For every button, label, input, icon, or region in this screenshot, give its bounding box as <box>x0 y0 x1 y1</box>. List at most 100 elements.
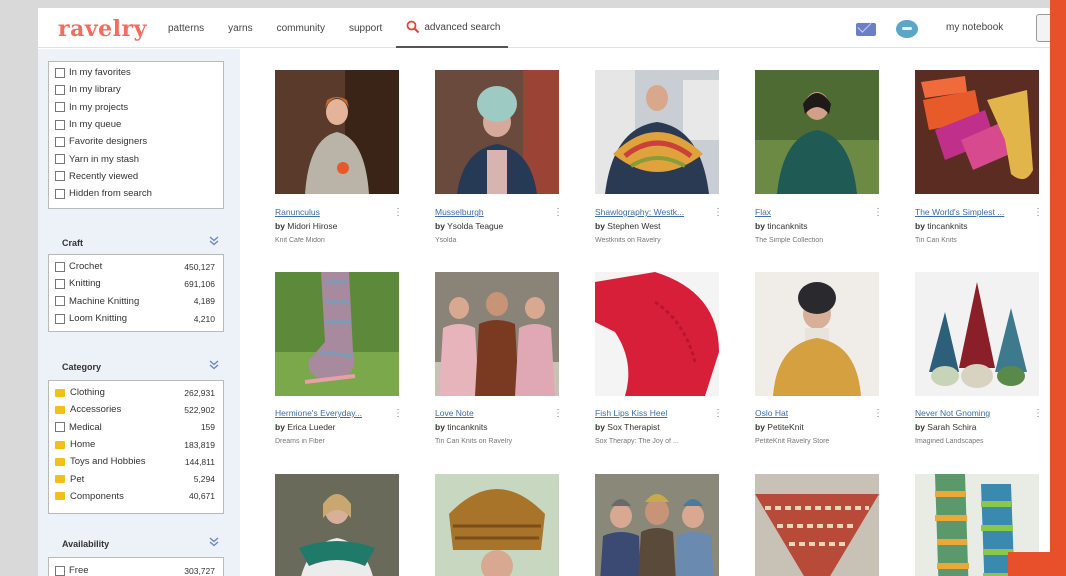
checkbox[interactable] <box>55 67 65 78</box>
pattern-photo[interactable] <box>275 474 399 576</box>
nav-yarns[interactable]: yarns <box>228 23 252 34</box>
checkbox[interactable] <box>55 188 65 199</box>
pattern-photo[interactable] <box>595 474 719 576</box>
pattern-designer[interactable]: tincanknits <box>927 221 967 231</box>
chat-bubble-icon[interactable] <box>896 20 918 38</box>
pattern-designer[interactable]: Erica Lueder <box>287 422 335 432</box>
pattern-title[interactable]: Ranunculus <box>275 207 387 217</box>
pattern-title[interactable]: Flax <box>755 207 867 217</box>
more-options-icon[interactable]: ⋮ <box>1033 408 1043 419</box>
mail-icon[interactable] <box>856 23 876 36</box>
pattern-photo-shawlography[interactable] <box>595 70 719 194</box>
checkbox[interactable] <box>55 565 65 576</box>
pattern-photo-fish-lips-kiss-heel[interactable] <box>595 272 719 396</box>
craft-crochet[interactable]: Crochet 450,127 <box>49 258 223 275</box>
availability-free[interactable]: Free 303,727 <box>49 562 223 576</box>
pattern-title[interactable]: Love Note <box>435 408 547 418</box>
chevron-down-icon[interactable] <box>208 235 220 247</box>
pattern-designer[interactable]: Stephen West <box>607 221 660 231</box>
filter-in-my-favorites[interactable]: In my favorites <box>49 64 223 81</box>
more-options-icon[interactable]: ⋮ <box>1033 207 1043 218</box>
more-options-icon[interactable]: ⋮ <box>393 408 403 419</box>
checkbox[interactable] <box>55 119 65 130</box>
more-options-icon[interactable]: ⋮ <box>553 408 563 419</box>
craft-knitting[interactable]: Knitting 691,106 <box>49 275 223 292</box>
checkbox[interactable] <box>55 84 65 95</box>
pattern-source[interactable]: The Simple Collection <box>755 237 875 244</box>
pattern-source[interactable]: Ysolda <box>435 237 555 244</box>
category-toys-and-hobbies[interactable]: Toys and Hobbies 144,811 <box>49 453 223 470</box>
filter-hidden-from-search[interactable]: Hidden from search <box>49 185 223 202</box>
pattern-title[interactable]: Hermione's Everyday... <box>275 408 387 418</box>
pattern-designer[interactable]: PetiteKnit <box>767 422 803 432</box>
nav-patterns[interactable]: patterns <box>168 23 204 34</box>
ravelry-logo[interactable]: ravelry <box>58 16 147 42</box>
pattern-source[interactable]: Tin Can Knits on Ravelry <box>435 438 555 445</box>
pattern-designer[interactable]: Sox Therapist <box>607 422 659 432</box>
category-components[interactable]: Components 40,671 <box>49 488 223 505</box>
pattern-title[interactable]: Musselburgh <box>435 207 547 217</box>
checkbox[interactable] <box>55 136 65 147</box>
pattern-photo[interactable] <box>755 474 879 576</box>
nav-community[interactable]: community <box>277 23 325 34</box>
category-pet[interactable]: Pet 5,294 <box>49 470 223 487</box>
filter-in-my-projects[interactable]: In my projects <box>49 99 223 116</box>
pattern-source[interactable]: Knit Cafe Midori <box>275 237 395 244</box>
checkbox[interactable] <box>55 102 65 113</box>
category-accessories[interactable]: Accessories 522,902 <box>49 401 223 418</box>
filter-favorite-designers[interactable]: Favorite designers <box>49 133 223 150</box>
nav-advanced-search[interactable]: advanced search <box>396 8 509 48</box>
checkbox[interactable] <box>55 313 65 324</box>
more-options-icon[interactable]: ⋮ <box>873 207 883 218</box>
pattern-source[interactable]: Dreams in Fiber <box>275 438 395 445</box>
my-notebook-link[interactable]: my notebook <box>946 22 1003 33</box>
pattern-photo-never-not-gnoming[interactable] <box>915 272 1039 396</box>
pattern-designer[interactable]: Midori Hirose <box>287 221 337 231</box>
checkbox[interactable] <box>55 296 65 307</box>
pattern-photo-flax[interactable] <box>755 70 879 194</box>
pattern-designer[interactable]: Ysolda Teague <box>447 221 503 231</box>
nav-support[interactable]: support <box>349 23 382 34</box>
filter-yarn-in-my-stash[interactable]: Yarn in my stash <box>49 150 223 167</box>
filter-in-my-queue[interactable]: In my queue <box>49 116 223 133</box>
pattern-photo-musselburgh[interactable] <box>435 70 559 194</box>
pattern-photo-oslo-hat[interactable] <box>755 272 879 396</box>
pattern-photo-hermiones-everyday[interactable] <box>275 272 399 396</box>
pattern-source[interactable]: Tin Can Knits <box>915 237 1035 244</box>
craft-loom-knitting[interactable]: Loom Knitting 4,210 <box>49 310 223 327</box>
more-options-icon[interactable]: ⋮ <box>393 207 403 218</box>
chevron-down-icon[interactable] <box>208 359 220 371</box>
pattern-designer[interactable]: tincanknits <box>447 422 487 432</box>
pattern-photo[interactable] <box>435 474 559 576</box>
checkbox[interactable] <box>55 154 65 165</box>
pattern-source[interactable]: Westknits on Ravelry <box>595 237 715 244</box>
pattern-title[interactable]: Shawlography: Westk... <box>595 207 707 217</box>
chevron-down-icon[interactable] <box>208 536 220 548</box>
category-clothing[interactable]: Clothing 262,931 <box>49 384 223 401</box>
pattern-photo-worlds-simplest[interactable] <box>915 70 1039 194</box>
pattern-photo-ranunculus[interactable] <box>275 70 399 194</box>
checkbox[interactable] <box>55 171 65 182</box>
filter-recently-viewed[interactable]: Recently viewed <box>49 168 223 185</box>
more-options-icon[interactable]: ⋮ <box>713 408 723 419</box>
pattern-title[interactable]: Fish Lips Kiss Heel <box>595 408 707 418</box>
more-options-icon[interactable]: ⋮ <box>873 408 883 419</box>
pattern-designer[interactable]: tincanknits <box>767 221 807 231</box>
pattern-source[interactable]: Imagined Landscapes <box>915 438 1035 445</box>
category-home[interactable]: Home 183,819 <box>49 436 223 453</box>
pattern-title[interactable]: Oslo Hat <box>755 408 867 418</box>
pattern-source[interactable]: Sox Therapy: The Joy of ... <box>595 438 715 445</box>
pattern-title[interactable]: The World's Simplest ... <box>915 207 1027 217</box>
pattern-source[interactable]: PetiteKnit Ravelry Store <box>755 438 875 445</box>
more-options-icon[interactable]: ⋮ <box>553 207 563 218</box>
checkbox[interactable] <box>55 261 65 272</box>
craft-machine-knitting[interactable]: Machine Knitting 4,189 <box>49 293 223 310</box>
more-options-icon[interactable]: ⋮ <box>713 207 723 218</box>
pattern-designer[interactable]: Sarah Schira <box>927 422 976 432</box>
pattern-photo-love-note[interactable] <box>435 272 559 396</box>
category-medical[interactable]: Medical 159 <box>49 419 223 436</box>
filter-in-my-library[interactable]: In my library <box>49 81 223 98</box>
pattern-title[interactable]: Never Not Gnoming <box>915 408 1027 418</box>
checkbox[interactable] <box>55 422 65 433</box>
checkbox[interactable] <box>55 278 65 289</box>
